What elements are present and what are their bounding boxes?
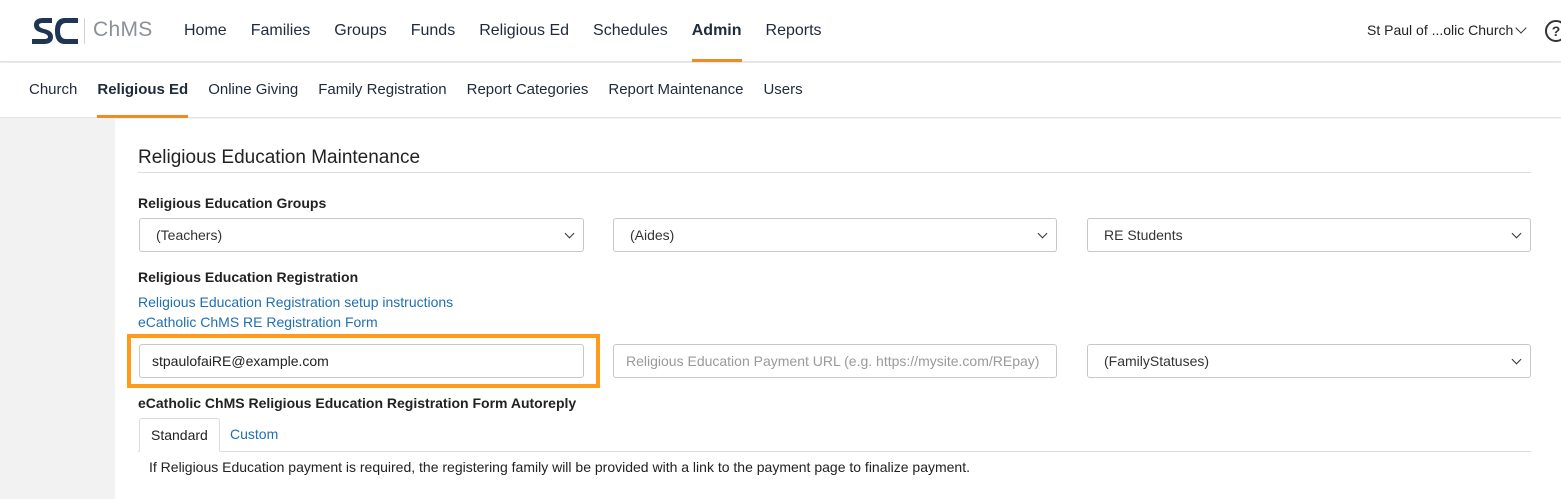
subnav-report-maintenance[interactable]: Report Maintenance [608, 63, 743, 118]
registration-form-link[interactable]: eCatholic ChMS RE Registration Form [138, 314, 378, 330]
registration-email-input[interactable] [139, 344, 584, 378]
nav-funds[interactable]: Funds [411, 0, 455, 62]
nav-families[interactable]: Families [251, 0, 311, 62]
admin-subnav: Church Religious Ed Online Giving Family… [29, 63, 823, 118]
subnav-online-giving[interactable]: Online Giving [208, 63, 298, 118]
nav-schedules[interactable]: Schedules [593, 0, 668, 62]
caret-down-icon [1511, 354, 1522, 365]
logo-divider [84, 18, 85, 44]
aides-group-value: (Aides) [630, 227, 675, 243]
setup-instructions-link[interactable]: Religious Education Registration setup i… [138, 294, 453, 310]
nav-home[interactable]: Home [184, 0, 227, 62]
nav-religious-ed[interactable]: Religious Ed [479, 0, 569, 62]
family-status-select[interactable]: (FamilyStatuses) [1087, 344, 1531, 378]
caret-down-icon [1511, 228, 1522, 239]
page-title: Religious Education Maintenance [138, 147, 421, 168]
teachers-group-value: (Teachers) [156, 227, 223, 243]
family-status-value: (FamilyStatuses) [1104, 353, 1210, 369]
subnav-church[interactable]: Church [29, 63, 77, 118]
autoreply-label: eCatholic ChMS Religious Education Regis… [138, 395, 577, 411]
chevron-down-icon [1515, 22, 1527, 34]
students-group-value: RE Students [1104, 227, 1183, 243]
registration-label: Religious Education Registration [138, 269, 359, 285]
church-name: St Paul of ...olic Church [1367, 22, 1514, 38]
subnav-family-registration[interactable]: Family Registration [318, 63, 446, 118]
teachers-group-select[interactable]: (Teachers) [139, 218, 584, 252]
caret-down-icon [1037, 228, 1048, 239]
caret-down-icon [564, 228, 575, 239]
subnav-religious-ed[interactable]: Religious Ed [97, 63, 188, 118]
students-group-select[interactable]: RE Students [1087, 218, 1531, 252]
tab-standard[interactable]: Standard [139, 418, 220, 452]
nav-admin[interactable]: Admin [691, 0, 742, 62]
tabs-divider [138, 451, 1531, 452]
groups-label: Religious Education Groups [138, 195, 327, 211]
tab-custom[interactable]: Custom [219, 418, 289, 452]
main-nav: Home Families Groups Funds Religious Ed … [184, 0, 846, 62]
help-icon[interactable]: ? [1545, 20, 1561, 42]
autoreply-note: If Religious Education payment is requir… [149, 459, 970, 475]
church-selector[interactable]: St Paul of ...olic Church [1367, 22, 1527, 38]
nav-reports[interactable]: Reports [766, 0, 822, 62]
subnav-report-categories[interactable]: Report Categories [467, 63, 589, 118]
top-navbar: ChMS Home Families Groups Funds Religiou… [0, 0, 1561, 62]
app-name: ChMS [93, 18, 153, 41]
admin-subnav-bar: Church Religious Ed Online Giving Family… [0, 63, 1561, 118]
aides-group-select[interactable]: (Aides) [613, 218, 1057, 252]
logo-icon[interactable] [30, 16, 80, 46]
subnav-users[interactable]: Users [763, 63, 802, 118]
payment-url-input[interactable] [613, 344, 1057, 378]
title-divider [138, 172, 1531, 173]
nav-groups[interactable]: Groups [334, 0, 386, 62]
